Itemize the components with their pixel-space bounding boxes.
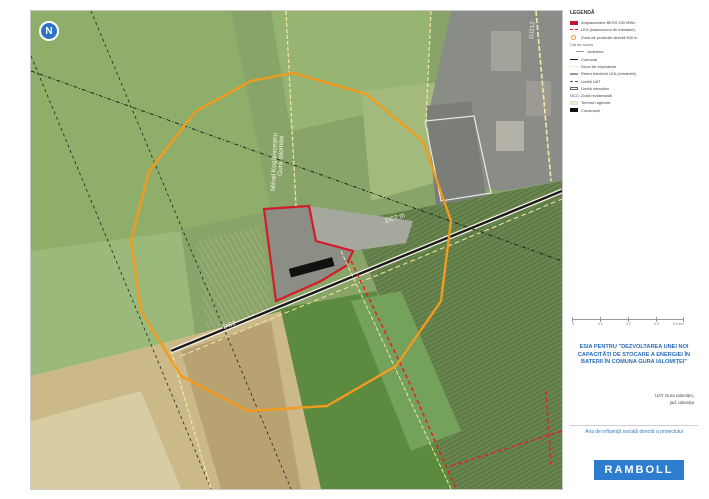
legend-swatch-icon (570, 86, 578, 90)
legend-label: Comunal (581, 56, 598, 62)
legend-item: Terenuri agricole (570, 99, 700, 106)
legend-label: Limită intravilan (581, 85, 609, 91)
legend-item: Limită intravilan (570, 85, 700, 92)
legend-label: Rețea electrică LEA (existentă) (581, 71, 636, 77)
satellite-map[interactable]: Gura Ialomiței Mihail Kogălniceanu DC7 m… (31, 11, 562, 489)
location-line: UAT Gura Ialomiței, (654, 393, 694, 398)
ramboll-logo: RAMBOLL (594, 460, 684, 480)
location-text: UAT Gura Ialomiței, jud. Ialomița (655, 393, 694, 406)
village-block (526, 81, 551, 116)
legend-label: Drum de exploatare (581, 63, 617, 69)
project-title-line: BATERII ÎN COMUNA GURA IALOMIȚEI" (581, 359, 687, 366)
legend-label: Căi de acces (570, 42, 594, 48)
legend-item: Rețea electrică LEA (existentă) (570, 70, 700, 77)
legend-label: Județene (587, 49, 604, 55)
legend-label: Limită UAT (581, 78, 601, 84)
legend-item: Căi de acces (570, 41, 700, 48)
legend-swatch-icon (570, 100, 578, 105)
legend-item: Comunal (570, 55, 700, 62)
scale-bar: 0 0.1 0.2 0.3 0.4 km (572, 315, 687, 329)
legend-item: Amplasament BESS 200 MWh (570, 19, 700, 26)
legend-swatch-icon (570, 29, 578, 31)
map-frame: Gura Ialomiței Mihail Kogălniceanu DC7 m… (30, 10, 563, 490)
village-block (491, 31, 521, 71)
village-block (496, 121, 524, 151)
legend-swatch-icon (570, 58, 578, 60)
legend-label: Zona de protecție directă 500 m (581, 34, 638, 40)
legend-list: Amplasament BESS 200 MWh LEA (traseu/zona… (570, 19, 700, 114)
scale-tick-label: 0.2 (626, 322, 631, 326)
map-caption: Aria de influență socială directă a proi… (570, 425, 698, 435)
legend-swatch-icon (570, 80, 578, 82)
legend-item: Limită UAT (570, 77, 700, 84)
legend-item: Construcții (570, 107, 700, 114)
legend-swatch-icon (570, 72, 578, 75)
legend-swatch-icon (576, 51, 584, 53)
legend-item: OCC: Zonă rezidențială (570, 92, 700, 99)
legend-title: LEGENDĂ (570, 10, 595, 16)
legend-item: Drum de exploatare (570, 63, 700, 70)
project-title-line: ESIA PENTRU "DEZVOLTAREA UNEI NOI (579, 344, 689, 350)
north-arrow-letter: N (45, 25, 53, 37)
legend-label: Construcții (581, 107, 600, 113)
legend-swatch-icon (571, 34, 576, 40)
side-panel: LEGENDĂ Amplasament BESS 200 MWh LEA (tra… (570, 10, 700, 488)
location-line: jud. Ialomița (669, 399, 694, 405)
legend-item: Zona de protecție directă 500 m (570, 34, 700, 41)
scale-tick-label: 0.3 (654, 322, 659, 326)
legend-item: LEA (traseu/zona de instalare) (570, 26, 700, 33)
legend-label: Amplasament BESS 200 MWh (581, 20, 636, 26)
north-arrow-icon: N (39, 21, 59, 41)
scale-tick-label: 0.4 km (673, 322, 684, 326)
legend-label: Terenuri agricole (581, 100, 611, 106)
legend-label: OCC: Zonă rezidențială (570, 93, 612, 99)
legend-swatch-icon (570, 65, 578, 67)
scale-tick-label: 0.1 (598, 322, 603, 326)
legend-swatch-icon (570, 108, 578, 113)
legend-label: LEA (traseu/zona de instalare) (581, 27, 635, 33)
legend-item: Județene (570, 48, 700, 55)
legend-swatch-icon (570, 20, 578, 25)
project-title: ESIA PENTRU "DEZVOLTAREA UNEI NOI CAPACI… (570, 344, 698, 367)
scale-tick-label: 0 (572, 322, 574, 326)
